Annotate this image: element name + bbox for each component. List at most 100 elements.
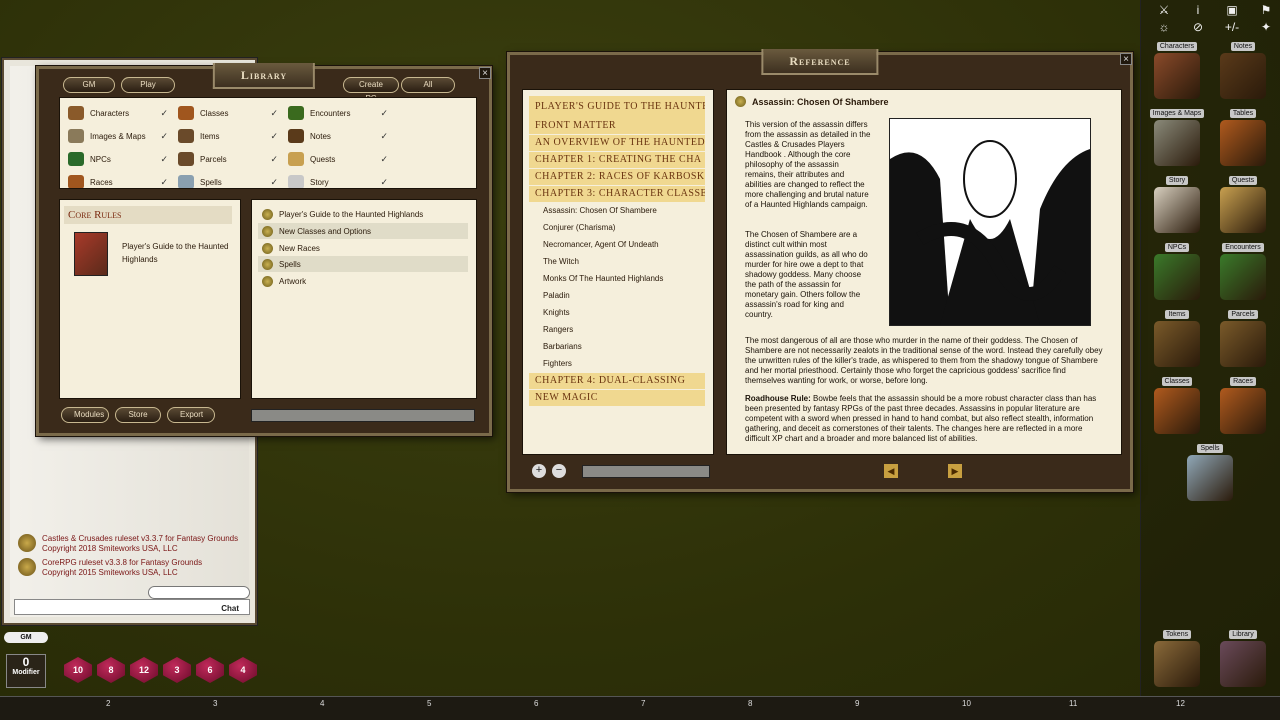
sidebar-button[interactable]: Races — [1215, 375, 1271, 434]
next-page-icon[interactable]: ▶ — [948, 464, 962, 478]
toc-item[interactable]: The Witch — [529, 254, 705, 270]
modifier-box[interactable]: 0 Modifier — [6, 654, 46, 688]
category-item[interactable]: Races✓ — [68, 175, 168, 189]
toc-item[interactable]: Assassin: Chosen Of Shambere — [529, 203, 705, 219]
toc-item[interactable]: Knights — [529, 305, 705, 321]
toolbar-icon[interactable]: i — [1187, 2, 1209, 18]
prev-page-icon[interactable]: ◀ — [884, 464, 898, 478]
modules-button[interactable]: Modules — [61, 407, 109, 423]
chat-send-button[interactable]: Chat — [221, 604, 239, 613]
toc-item[interactable]: Monks Of The Haunted Highlands — [529, 271, 705, 287]
checkmark-icon[interactable]: ✓ — [160, 131, 168, 142]
sidebar-button-label: Notes — [1231, 42, 1255, 51]
toc-item[interactable]: Barbarians — [529, 339, 705, 355]
toc-item[interactable]: Fighters — [529, 356, 705, 372]
sidebar-button[interactable]: Quests — [1215, 174, 1271, 233]
close-icon[interactable]: × — [1120, 53, 1132, 65]
paragraph: The most dangerous of all are those who … — [745, 336, 1105, 386]
category-item[interactable]: Spells✓ — [178, 175, 278, 189]
export-button[interactable]: Export — [167, 407, 215, 423]
toolbar-icon[interactable]: ⊘ — [1187, 19, 1209, 35]
checkmark-icon[interactable]: ✓ — [380, 154, 388, 165]
list-item[interactable]: Artwork — [258, 273, 468, 289]
create-pc-button[interactable]: Create PC — [343, 77, 399, 93]
checkmark-icon[interactable]: ✓ — [380, 177, 388, 188]
category-item[interactable]: Characters✓ — [68, 106, 168, 120]
sidebar-button[interactable]: NPCs — [1149, 241, 1205, 300]
sidebar-button[interactable]: Items — [1149, 308, 1205, 367]
checkmark-icon[interactable]: ✓ — [160, 154, 168, 165]
assassin-artwork[interactable] — [889, 118, 1091, 326]
list-item-label: Player's Guide to the Haunted Highlands — [279, 210, 423, 219]
library-title[interactable]: Library — [213, 63, 315, 89]
toc-item[interactable]: Conjurer (Charisma) — [529, 220, 705, 236]
checkmark-icon[interactable]: ✓ — [270, 131, 278, 142]
sidebar-button[interactable]: Tokens — [1149, 628, 1205, 687]
chat-input[interactable] — [14, 599, 250, 615]
toolbar-icon[interactable]: +/- — [1221, 19, 1243, 35]
list-item-label: New Classes and Options — [279, 227, 371, 236]
toolbar-icon[interactable]: ⚔ — [1153, 2, 1175, 18]
sidebar-button[interactable]: Story — [1149, 174, 1205, 233]
toc-chapter[interactable]: CHAPTER 3: CHARACTER CLASSES — [529, 186, 705, 202]
toc-chapter[interactable]: CHAPTER 2: RACES OF KARBOSK — [529, 169, 705, 185]
gm-button[interactable]: GM — [63, 77, 115, 93]
checkmark-icon[interactable]: ✓ — [270, 108, 278, 119]
category-item[interactable]: Parcels✓ — [178, 152, 278, 166]
category-item[interactable]: Items✓ — [178, 129, 278, 143]
toc-item[interactable]: Paladin — [529, 288, 705, 304]
toc-chapter[interactable]: NEW MAGIC — [529, 390, 705, 406]
play-button[interactable]: Play — [121, 77, 175, 93]
sidebar-button[interactable]: Classes — [1149, 375, 1205, 434]
category-item[interactable]: Notes✓ — [288, 129, 388, 143]
store-button[interactable]: Store — [115, 407, 161, 423]
category-item[interactable]: Images & Maps✓ — [68, 129, 168, 143]
sidebar-button[interactable]: Notes — [1215, 40, 1271, 99]
category-item[interactable]: Classes✓ — [178, 106, 278, 120]
sidebar-button[interactable]: Encounters — [1215, 241, 1271, 300]
toc-chapter[interactable]: CHAPTER 4: DUAL-CLASSING — [529, 373, 705, 389]
toolbar-icon[interactable]: ▣ — [1221, 2, 1243, 18]
checkmark-icon[interactable]: ✓ — [160, 108, 168, 119]
list-item[interactable]: New Classes and Options — [258, 223, 468, 239]
category-item[interactable]: NPCs✓ — [68, 152, 168, 166]
close-icon[interactable]: × — [479, 67, 491, 79]
sidebar-button[interactable]: Spells — [1182, 442, 1238, 501]
checkmark-icon[interactable]: ✓ — [380, 131, 388, 142]
toolbar-icon[interactable]: ☼ — [1153, 19, 1175, 35]
zoom-out-icon[interactable]: − — [552, 464, 566, 478]
checkmark-icon[interactable]: ✓ — [380, 108, 388, 119]
checkmark-icon[interactable]: ✓ — [270, 177, 278, 188]
sidebar-button[interactable]: Parcels — [1215, 308, 1271, 367]
category-item[interactable]: Story✓ — [288, 175, 388, 189]
toc-chapter[interactable]: PLAYER'S GUIDE TO THE HAUNTED — [529, 96, 705, 118]
category-item[interactable]: Quests✓ — [288, 152, 388, 166]
category-item[interactable]: Encounters✓ — [288, 106, 388, 120]
filter-input[interactable] — [251, 409, 475, 422]
toc-item[interactable]: Rangers — [529, 322, 705, 338]
search-input[interactable] — [582, 465, 710, 478]
toc-chapter[interactable]: AN OVERVIEW OF THE HAUNTED — [529, 135, 705, 151]
sidebar-button[interactable]: Characters — [1149, 40, 1205, 99]
sidebar-button[interactable]: Tables — [1215, 107, 1271, 166]
sidebar-button-icon — [1220, 120, 1266, 166]
book-title[interactable]: Player's Guide to the Haunted Highlands — [122, 240, 232, 266]
list-item[interactable]: Spells — [258, 256, 468, 272]
zoom-in-icon[interactable]: + — [532, 464, 546, 478]
toolbar-icon[interactable]: ✦ — [1255, 19, 1277, 35]
toc-chapter[interactable]: CHAPTER 1: CREATING THE CHA — [529, 152, 705, 168]
checkmark-icon[interactable]: ✓ — [160, 177, 168, 188]
book-cover-image[interactable] — [74, 232, 108, 276]
sidebar-button[interactable]: Images & Maps — [1149, 107, 1205, 166]
toc-chapter[interactable]: FRONT MATTER — [529, 118, 705, 134]
list-item[interactable]: Player's Guide to the Haunted Highlands — [258, 206, 468, 222]
gm-identity-tag[interactable]: GM — [4, 632, 48, 643]
checkmark-icon[interactable]: ✓ — [270, 154, 278, 165]
sidebar-button[interactable]: Library — [1215, 628, 1271, 687]
list-item[interactable]: New Races — [258, 240, 468, 256]
chat-mode-select[interactable] — [148, 586, 250, 599]
reference-title[interactable]: Reference — [761, 49, 878, 75]
toolbar-icon[interactable]: ⚑ — [1255, 2, 1277, 18]
all-button[interactable]: All — [401, 77, 455, 93]
toc-item[interactable]: Necromancer, Agent Of Undeath — [529, 237, 705, 253]
